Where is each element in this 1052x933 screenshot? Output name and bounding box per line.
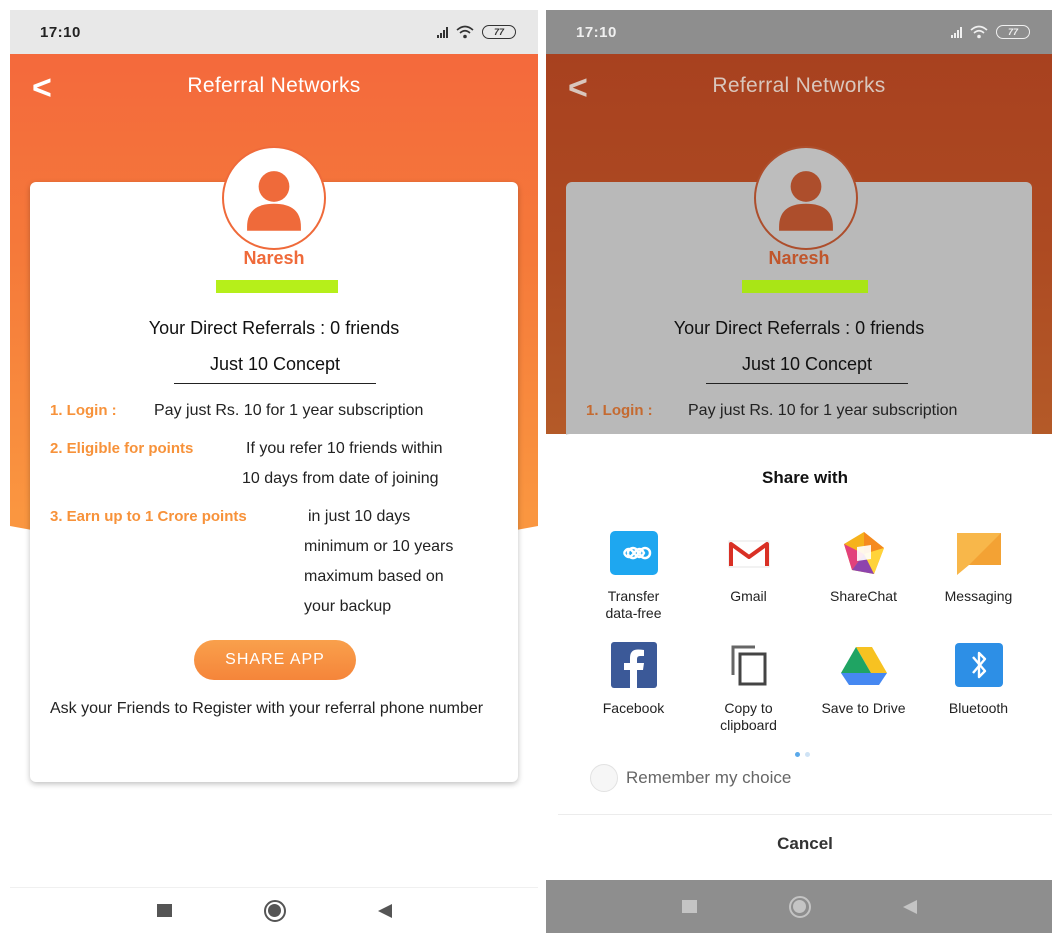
recents-button[interactable] [156, 904, 172, 917]
redacted-phone-highlight [742, 280, 868, 293]
remember-checkbox[interactable] [590, 764, 618, 792]
user-name: Naresh [243, 248, 305, 268]
bluetooth-icon [954, 642, 1004, 688]
rule-3-text-line1: in just 10 days [308, 508, 411, 525]
share-label-line2: clipboard [720, 717, 777, 733]
share-gmail[interactable]: Gmail [691, 530, 806, 622]
status-icons: 77 [951, 25, 1030, 39]
referral-card: Naresh Your Direct Referrals : 0 friends… [30, 146, 518, 782]
status-icons: 77 [437, 25, 516, 39]
share-sheet-title: Share with [762, 468, 848, 487]
phone-screen-left: 17:10 77 < Referral Networks Naresh Your… [10, 10, 538, 933]
rule-3-text-line3: maximum based on [304, 568, 444, 585]
phone-screen-right: 17:10 77 < Referral Networks Naresh Your… [546, 10, 1052, 933]
direct-referrals: Your Direct Referrals : 0 friends [673, 318, 925, 338]
recents-button[interactable] [681, 900, 697, 913]
rule-3-text-line4: your backup [304, 598, 392, 615]
rule-1-label: 1. Login : [50, 402, 117, 419]
facebook-icon [609, 642, 659, 688]
android-nav-bar [546, 880, 1052, 933]
share-label: Bluetooth [948, 700, 1009, 716]
signal-icon [437, 26, 448, 38]
messaging-icon [954, 530, 1004, 576]
battery-icon: 77 [482, 25, 516, 39]
share-label: Messaging [944, 588, 1013, 604]
rule-1-text: Pay just Rs. 10 for 1 year subscription [688, 402, 958, 419]
transfer-icon [609, 530, 659, 576]
concept-title: Just 10 Concept [706, 354, 908, 384]
status-time: 17:10 [40, 23, 81, 41]
share-label-line1: Transfer [607, 588, 660, 604]
redacted-phone-highlight [216, 280, 338, 293]
home-button[interactable] [788, 895, 811, 918]
remember-choice-toggle[interactable]: Remember my choice [590, 764, 791, 792]
cancel-button[interactable]: Cancel [558, 816, 1052, 872]
sharechat-icon [839, 530, 889, 576]
direct-referrals: Your Direct Referrals : 0 friends [148, 318, 400, 338]
share-facebook[interactable]: Facebook [576, 642, 691, 734]
share-label: Facebook [602, 700, 665, 716]
rule-1-label: 1. Login : [586, 402, 653, 419]
share-transfer[interactable]: Transfer data-free [576, 530, 691, 622]
user-icon [754, 146, 858, 250]
rule-3-label: 3. Earn up to 1 Crore points [50, 508, 247, 525]
share-app-grid: Transfer data-free Gmail ShareChat Messag… [576, 530, 1036, 734]
pager-dots [795, 752, 810, 757]
rule-2-text-line2: 10 days from date of joining [242, 470, 439, 487]
share-copy-clipboard[interactable]: Copy to clipboard [691, 642, 806, 734]
battery-icon: 77 [996, 25, 1030, 39]
android-nav-bar [10, 887, 538, 933]
nav-back-button[interactable] [902, 899, 917, 914]
share-label-line2: data-free [605, 605, 662, 621]
home-button[interactable] [263, 899, 286, 922]
ask-friends-text: Ask your Friends to Register with your r… [50, 700, 484, 717]
share-app-button[interactable]: SHARE APP [194, 640, 356, 680]
wifi-icon [970, 25, 988, 39]
user-name: Naresh [768, 248, 830, 268]
rule-2-label: 2. Eligible for points [50, 440, 194, 457]
share-messaging[interactable]: Messaging [921, 530, 1036, 622]
user-icon [222, 146, 326, 250]
share-sheet: Share with Transfer data-free Gmail Share… [558, 434, 1052, 874]
rule-3-text-line2: minimum or 10 years [304, 538, 454, 555]
rule-2-text-line1: If you refer 10 friends within [246, 440, 443, 457]
concept-title: Just 10 Concept [174, 354, 376, 384]
share-label-line1: Copy to [724, 700, 773, 716]
drive-icon [839, 642, 889, 688]
wifi-icon [456, 25, 474, 39]
share-bluetooth[interactable]: Bluetooth [921, 642, 1036, 734]
status-bar: 17:10 77 [546, 10, 1052, 54]
status-bar: 17:10 77 [10, 10, 538, 54]
share-label: Save to Drive [821, 700, 906, 716]
page-title: Referral Networks [187, 74, 361, 97]
sheet-divider [558, 814, 1052, 815]
share-label: Gmail [730, 588, 767, 604]
share-sharechat[interactable]: ShareChat [806, 530, 921, 622]
share-save-to-drive[interactable]: Save to Drive [806, 642, 921, 734]
signal-icon [951, 26, 962, 38]
gmail-icon [724, 530, 774, 576]
remember-label: Remember my choice [626, 768, 792, 787]
nav-back-button[interactable] [377, 903, 392, 918]
status-time: 17:10 [576, 23, 617, 41]
page-title: Referral Networks [712, 74, 886, 97]
rule-1-text: Pay just Rs. 10 for 1 year subscription [154, 402, 424, 419]
copy-icon [724, 642, 774, 688]
share-label: ShareChat [830, 588, 897, 604]
